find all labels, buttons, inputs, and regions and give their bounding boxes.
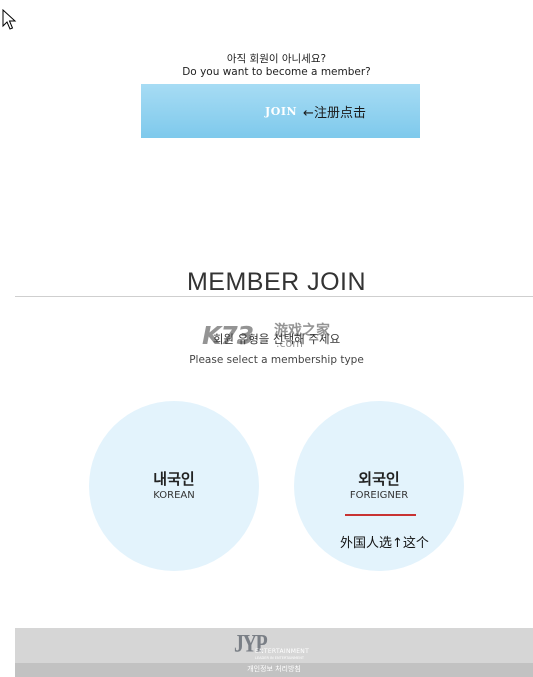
mouse-pointer-icon (2, 9, 17, 30)
signup-prompt-english: Do you want to become a member? (182, 66, 371, 78)
footer: JYP ENTERTAINMENT LEADER IN ENTERTAINMEN… (15, 628, 533, 677)
join-button-label: JOIN (265, 104, 298, 118)
watermark: K73 游戏之家 .com (202, 321, 362, 351)
signup-prompt-korean: 아직 회원이 아니세요? (226, 53, 327, 65)
foreigner-annotation: 外国人选↑这个 (340, 536, 429, 551)
option-title-korean: 내국인 (153, 470, 195, 488)
divider (15, 296, 533, 297)
page-title: MEMBER JOIN (186, 268, 367, 296)
jyp-logo-tagline: LEADER IN ENTERTAINMENT (255, 656, 305, 660)
footer-links-bar: 개인정보 처리방침 (15, 663, 533, 677)
privacy-policy-link[interactable]: 개인정보 처리방침 (15, 664, 533, 674)
join-button[interactable]: JOIN ←注册点击 (141, 84, 420, 138)
jyp-logo-sub: ENTERTAINMENT (255, 648, 310, 655)
watermark-logo: K73 (202, 321, 254, 350)
korean-member-option[interactable]: 내국인 KOREAN (89, 401, 259, 571)
option-title-foreigner: 외국인 (358, 470, 400, 488)
instruction-english: Please select a membership type (189, 354, 364, 366)
option-subtitle-foreigner: FOREIGNER (349, 490, 409, 501)
option-subtitle-korean: KOREAN (153, 490, 195, 501)
annotation-underline (345, 514, 416, 516)
join-annotation: ←注册点击 (303, 105, 366, 121)
watermark-domain: .com (276, 337, 303, 350)
jyp-logo[interactable]: JYP ENTERTAINMENT LEADER IN ENTERTAINMEN… (234, 630, 324, 660)
